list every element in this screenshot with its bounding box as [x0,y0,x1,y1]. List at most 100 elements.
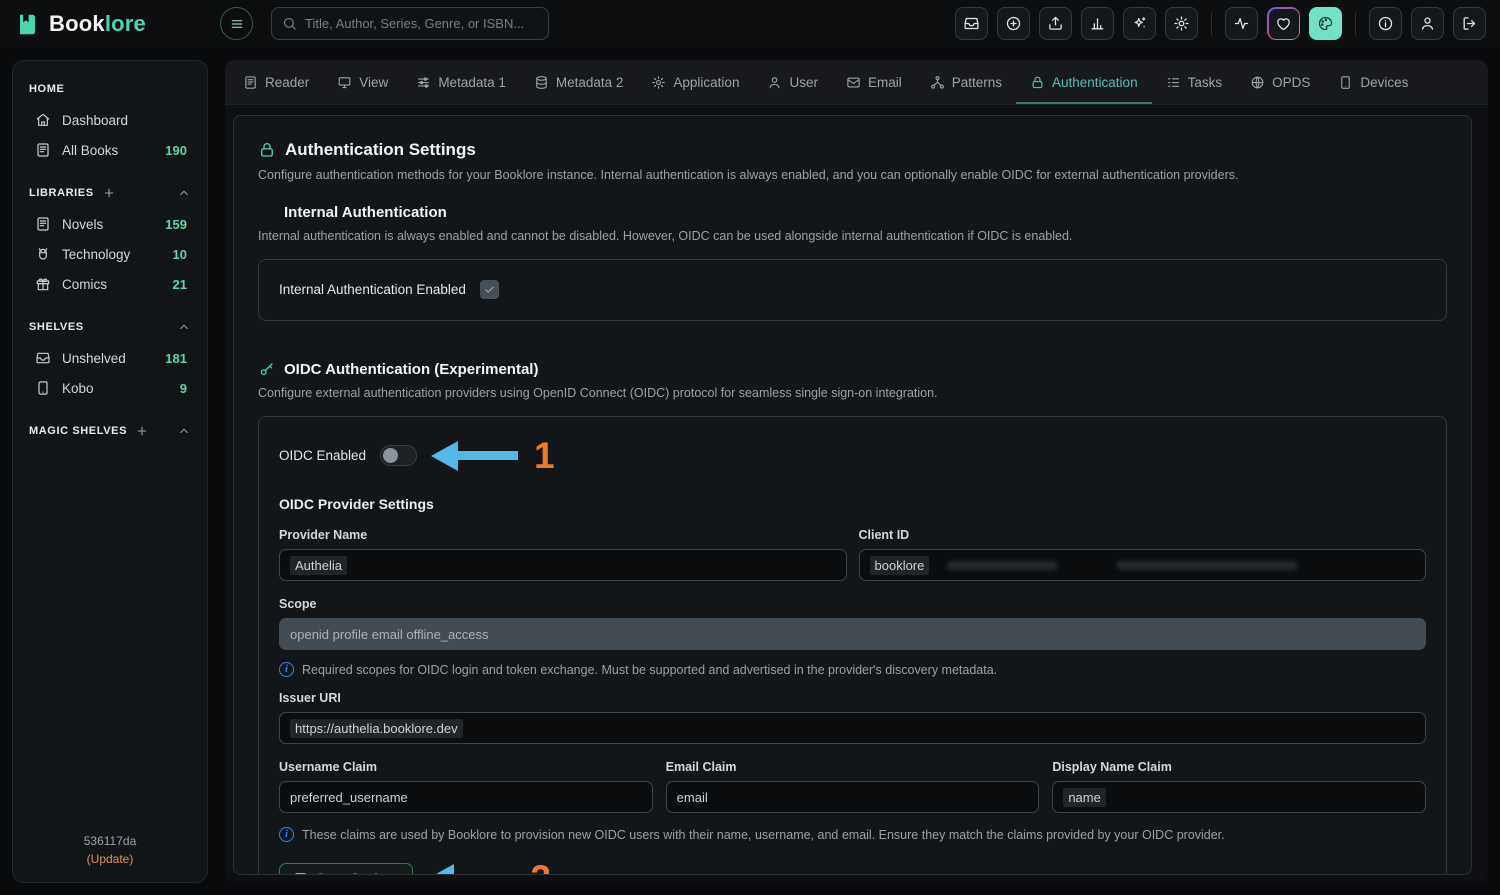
tab-tasks[interactable]: Tasks [1152,60,1237,104]
tablet-icon [1338,75,1353,90]
section-title: MAGIC SHELVES [29,425,127,437]
display-name-claim-value: name [1063,788,1106,807]
tab-patterns[interactable]: Patterns [916,60,1016,104]
tab-view[interactable]: View [323,60,402,104]
sidebar-item-comics[interactable]: Comics21 [27,269,193,299]
client-id-value: booklore [870,556,930,575]
sidebar-section-magic-shelves: MAGIC SHELVES [27,423,193,439]
tab-metadata-2[interactable]: Metadata 2 [520,60,638,104]
client-id-label: Client ID [859,528,1427,542]
envelope-icon [846,75,861,90]
update-link[interactable]: (Update) [13,852,207,866]
tab-user[interactable]: User [753,60,832,104]
menu-toggle-button[interactable] [220,7,253,40]
tasks-icon [1166,75,1181,90]
oidc-box: OIDC Enabled 1 OIDC Provider Settings Pr… [258,416,1447,875]
email-claim-value: email [677,790,708,805]
sidebar-item-dashboard[interactable]: Dashboard [27,105,193,135]
item-count-badge: 10 [173,247,187,262]
sidebar-item-label: Technology [62,247,130,262]
internal-auth-checkbox[interactable] [480,280,499,299]
info-button[interactable] [1369,7,1402,40]
sparkles-button[interactable] [1123,7,1156,40]
client-id-input[interactable]: booklore [859,549,1427,581]
tab-email[interactable]: Email [832,60,916,104]
settings-gear-button[interactable] [1165,7,1198,40]
issuer-uri-input[interactable]: https://authelia.booklore.dev [279,712,1426,744]
reader-icon [243,75,258,90]
username-claim-label: Username Claim [279,760,653,774]
android-icon [35,246,51,262]
tab-label: Patterns [952,75,1002,90]
gear-icon [651,75,666,90]
header-actions [955,7,1486,40]
provider-name-label: Provider Name [279,528,847,542]
inbox-icon [963,15,980,32]
search-input[interactable] [305,16,538,31]
username-claim-input[interactable]: preferred_username [279,781,653,813]
chevron-up-icon[interactable] [177,320,191,334]
page-description: Configure authentication methods for you… [258,168,1447,182]
email-claim-input[interactable]: email [666,781,1040,813]
user-button[interactable] [1411,7,1444,40]
key-icon [258,361,275,378]
network-icon [930,75,945,90]
oidc-enabled-toggle[interactable] [380,445,417,466]
chevron-up-icon[interactable] [177,424,191,438]
add-icon[interactable] [135,424,149,438]
stats-button[interactable] [1081,7,1114,40]
scope-input: openid profile email offline_access [279,618,1426,650]
upload-button[interactable] [1039,7,1072,40]
add-circle-button[interactable] [997,7,1030,40]
sidebar-item-unshelved[interactable]: Unshelved181 [27,343,193,373]
heart-icon [1275,15,1292,32]
sidebar-item-label: Unshelved [62,351,126,366]
sparkles-icon [1131,15,1148,32]
tab-metadata-1[interactable]: Metadata 1 [402,60,520,104]
sidebar-footer: 536117da (Update) [13,834,207,866]
sidebar-item-kobo[interactable]: Kobo9 [27,373,193,403]
main-panel: ReaderView Metadata 1 Metadata 2Applicatio… [225,60,1488,883]
tab-reader[interactable]: Reader [229,60,323,104]
tab-label: Devices [1360,75,1408,90]
oidc-auth-description: Configure external authentication provid… [258,386,1447,400]
display-name-claim-input[interactable]: name [1052,781,1426,813]
sidebar-item-all-books[interactable]: All Books190 [27,135,193,165]
sidebar-item-technology[interactable]: Technology 10 [27,239,193,269]
palette-icon [1317,15,1334,32]
internal-auth-title: Internal Authentication [284,204,447,221]
app-logo[interactable]: Booklore [14,11,210,37]
internal-auth-description: Internal authentication is always enable… [258,229,1447,243]
tab-opds[interactable]: OPDS [1236,60,1324,104]
tab-label: Metadata 1 [438,75,506,90]
sliders-icon [416,75,431,90]
sidebar-item-novels[interactable]: Novels159 [27,209,193,239]
heart-button[interactable] [1269,9,1299,39]
book-icon [35,216,51,232]
internal-auth-checkbox-label: Internal Authentication Enabled [279,282,466,297]
settings-gear-icon [1173,15,1190,32]
save-settings-button[interactable]: Save Settings [279,863,413,876]
info-circle-icon: i [279,662,294,677]
sidebar-item-label: Dashboard [62,113,128,128]
palette-button[interactable] [1309,7,1342,40]
step-number-2: 2 [530,860,551,875]
inbox-button[interactable] [955,7,988,40]
user-icon [1419,15,1436,32]
favorites-button-gradient[interactable] [1267,7,1300,40]
book-icon [35,142,51,158]
scope-label: Scope [279,597,1426,611]
tab-devices[interactable]: Devices [1324,60,1422,104]
logout-button[interactable] [1453,7,1486,40]
username-claim-value: preferred_username [290,790,408,805]
sidebar-item-label: Comics [62,277,107,292]
tab-authentication[interactable]: Authentication [1016,60,1152,104]
tab-label: Authentication [1052,75,1138,90]
add-icon[interactable] [102,186,116,200]
chevron-up-icon[interactable] [177,186,191,200]
tab-application[interactable]: Application [637,60,753,104]
settings-tabbar: ReaderView Metadata 1 Metadata 2Applicatio… [225,60,1488,105]
global-search[interactable] [271,7,549,40]
activity-button[interactable] [1225,7,1258,40]
provider-name-input[interactable]: Authelia [279,549,847,581]
